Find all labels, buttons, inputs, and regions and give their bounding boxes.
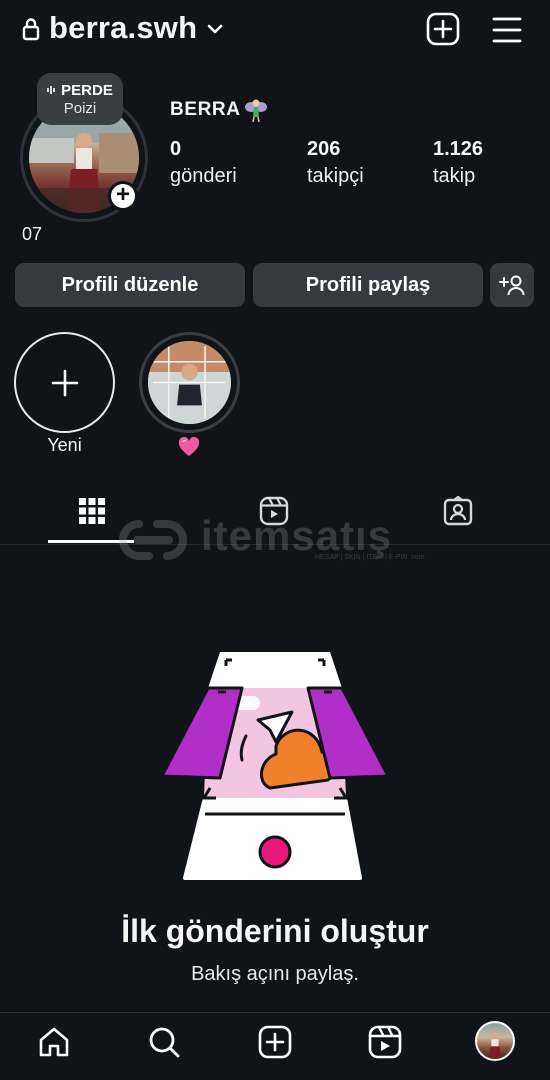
edit-profile-button[interactable]: Profili düzenle (15, 263, 245, 307)
reels-icon[interactable] (368, 1025, 402, 1059)
watermark: itemsatış HESAP | SKIN | İTEM | E-PIN .c… (115, 512, 445, 568)
create-icon[interactable] (258, 1025, 292, 1059)
profile-tab-avatar-art (488, 1032, 502, 1059)
following-label: takip (433, 165, 476, 187)
followers-label: takipçi (307, 165, 364, 187)
bottom-nav-divider (0, 1012, 550, 1013)
pink-heart-icon (178, 437, 200, 456)
highlight-photo (148, 341, 231, 424)
top-bar: berra.swh (0, 0, 550, 62)
grid-icon[interactable] (77, 496, 107, 526)
story-highlight[interactable] (139, 332, 240, 433)
chevron-down-icon[interactable] (206, 22, 224, 36)
posts-label: gönderi (170, 165, 237, 187)
posts-stat: 0 gönderi (170, 138, 237, 188)
followers-stat[interactable]: 206 takipçi (307, 138, 364, 188)
empty-state-subtitle: Bakış açını paylaş. (191, 963, 359, 985)
discover-people-button[interactable] (490, 263, 534, 307)
followers-count: 206 (307, 138, 341, 160)
plus-icon (51, 369, 78, 396)
watermark-text: itemsatış (201, 512, 393, 559)
following-stat[interactable]: 1.126 takip (433, 138, 483, 188)
tagged-icon[interactable] (443, 496, 473, 526)
create-post-icon[interactable] (426, 12, 460, 46)
watermark-small-text: HESAP | SKIN | İTEM | E-PIN .com (315, 554, 425, 561)
empty-state-title: İlk gönderini oluştur (121, 913, 429, 949)
note-bubble[interactable]: PERDE Poizi (37, 73, 123, 125)
display-name: BERRA (170, 99, 241, 120)
menu-icon[interactable] (490, 14, 524, 46)
lock-icon (22, 18, 40, 41)
home-icon[interactable] (37, 1025, 71, 1059)
note-title: PERDE (61, 82, 113, 99)
add-story-button[interactable]: + (108, 181, 138, 211)
fairy-emoji-icon (245, 99, 267, 123)
new-highlight-label: Yeni (47, 435, 82, 455)
username-switcher[interactable]: berra.swh (49, 10, 197, 46)
note-title-row: PERDE (37, 82, 123, 99)
create-post-illustration (160, 652, 390, 880)
search-icon[interactable] (147, 1025, 181, 1059)
posts-count: 0 (170, 138, 182, 160)
watermark-logo-icon (119, 520, 187, 560)
audio-wave-icon (47, 86, 55, 94)
new-highlight-button[interactable] (14, 332, 115, 433)
profile-tab-avatar[interactable] (475, 1021, 515, 1061)
note-subtitle: Poizi (63, 100, 97, 117)
add-person-icon (499, 275, 525, 296)
highlight-photo-art (148, 341, 231, 424)
share-profile-button[interactable]: Profili paylaş (253, 263, 483, 307)
under-avatar-text: 07 (22, 224, 43, 244)
following-count: 1.126 (433, 138, 484, 160)
